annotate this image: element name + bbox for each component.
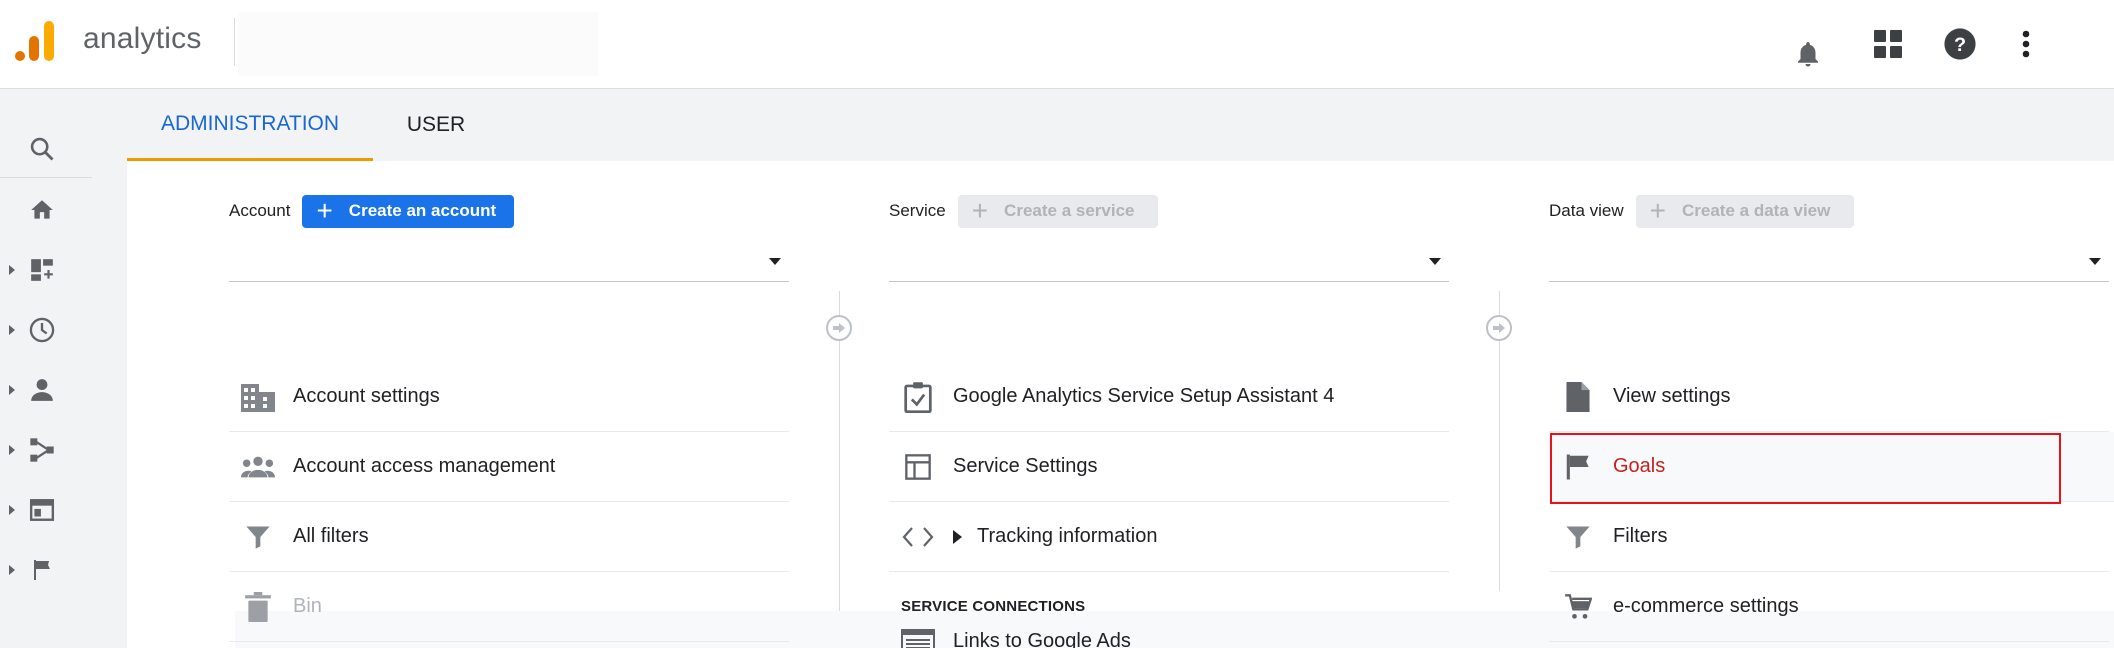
goals-label: Goals xyxy=(1613,455,1666,477)
filter-icon xyxy=(241,520,275,554)
service-label: Service xyxy=(889,201,946,220)
dataview-select[interactable] xyxy=(1549,246,2109,282)
setup-assistant-item[interactable]: Google Analytics Service Setup Assistant… xyxy=(889,362,1449,432)
rail-behavior[interactable] xyxy=(0,490,92,530)
create-dataview-label: Create a data view xyxy=(1682,201,1831,220)
arrow-right-icon xyxy=(1486,315,1512,341)
rail-audience[interactable] xyxy=(0,370,92,410)
ecommerce-settings-label: e-commerce settings xyxy=(1613,595,1799,617)
more-vert-icon[interactable] xyxy=(2006,24,2046,64)
create-account-button[interactable]: + Create an account xyxy=(302,194,515,228)
goals-item[interactable]: Goals xyxy=(1549,432,2114,502)
caret-right-icon xyxy=(9,265,15,275)
service-header: Service + Create a service xyxy=(889,194,1159,228)
plus-icon: + xyxy=(1649,195,1666,226)
brand-name: analytics xyxy=(83,22,202,55)
customization-icon xyxy=(27,255,57,285)
links-google-ads-item[interactable]: Links to Google Ads xyxy=(889,621,1449,648)
caret-right-icon xyxy=(9,505,15,515)
brand-divider xyxy=(234,18,235,66)
account-access-management-item[interactable]: Account access management xyxy=(229,432,789,502)
ads-icon xyxy=(901,624,935,648)
filters-item[interactable]: Filters xyxy=(1549,502,2109,572)
service-settings-item[interactable]: Service Settings xyxy=(889,432,1449,502)
flag-icon xyxy=(1561,450,1595,484)
bin-label: Bin xyxy=(293,595,322,617)
dropdown-arrow-icon xyxy=(2089,258,2101,265)
layout-icon xyxy=(901,450,935,484)
behavior-icon xyxy=(27,495,57,525)
links-google-ads-label: Links to Google Ads xyxy=(953,629,1131,648)
help-icon[interactable]: ? xyxy=(1940,24,1980,64)
tracking-information-item[interactable]: Tracking information xyxy=(889,502,1449,572)
rail-realtime[interactable] xyxy=(0,310,92,350)
rail-acquisition[interactable] xyxy=(0,430,92,470)
ecommerce-settings-item[interactable]: e-commerce settings xyxy=(1549,572,2109,642)
document-icon xyxy=(1561,380,1595,414)
rail-divider xyxy=(0,177,92,178)
top-bar: analytics ? xyxy=(0,0,2114,89)
view-settings-label: View settings xyxy=(1613,385,1731,407)
caret-right-icon xyxy=(9,445,15,455)
account-label: Account xyxy=(229,201,291,220)
cart-icon xyxy=(1561,590,1595,624)
code-icon xyxy=(901,520,935,554)
acquisition-icon xyxy=(27,435,57,465)
all-filters-item[interactable]: All filters xyxy=(229,502,789,572)
notifications-icon[interactable] xyxy=(1788,34,1828,74)
bin-item[interactable]: Bin xyxy=(229,572,789,642)
apps-grid-icon[interactable] xyxy=(1868,24,1908,64)
create-service-label: Create a service xyxy=(1004,201,1135,220)
home-icon xyxy=(27,195,57,225)
service-select[interactable] xyxy=(889,246,1449,282)
tracking-information-label: Tracking information xyxy=(977,525,1158,547)
svg-text:?: ? xyxy=(1954,34,1966,56)
tab-user[interactable]: USER xyxy=(373,89,499,161)
account-access-label: Account access management xyxy=(293,455,556,477)
dropdown-arrow-icon xyxy=(769,258,781,265)
building-icon xyxy=(241,380,275,414)
filter-icon xyxy=(1561,520,1595,554)
admin-tabs: ADMINISTRATION USER xyxy=(127,89,2114,161)
create-dataview-button[interactable]: + Create a data view xyxy=(1635,194,1855,228)
account-header: Account + Create an account xyxy=(229,194,515,228)
conversions-flag-icon xyxy=(27,555,57,585)
analytics-logo[interactable] xyxy=(14,20,56,62)
audience-icon xyxy=(27,375,57,405)
create-account-label: Create an account xyxy=(348,201,497,220)
account-select[interactable] xyxy=(229,246,789,282)
account-picker[interactable] xyxy=(238,12,598,76)
trash-icon xyxy=(241,590,275,624)
caret-right-icon xyxy=(9,385,15,395)
caret-right-icon xyxy=(9,565,15,575)
account-settings-label: Account settings xyxy=(293,385,440,407)
main-area: ADMINISTRATION USER Account + Create an … xyxy=(127,89,2114,648)
rail-conversions[interactable] xyxy=(0,550,92,590)
all-filters-label: All filters xyxy=(293,525,369,547)
rail-customization[interactable] xyxy=(0,250,92,290)
rail-home[interactable] xyxy=(0,190,92,230)
setup-assistant-label: Google Analytics Service Setup Assistant… xyxy=(953,385,1335,407)
service-settings-label: Service Settings xyxy=(953,455,1098,477)
dataview-header: Data view + Create a data view xyxy=(1549,194,1855,228)
expand-caret-icon xyxy=(953,529,962,544)
plus-icon: + xyxy=(971,195,989,226)
plus-icon: + xyxy=(316,195,333,226)
search-icon xyxy=(27,134,57,164)
create-service-button[interactable]: + Create a service xyxy=(957,194,1159,228)
checklist-icon xyxy=(901,380,935,414)
admin-panel: Account + Create an account Account sett… xyxy=(127,161,2114,648)
account-settings-item[interactable]: Account settings xyxy=(229,362,789,432)
dataview-label: Data view xyxy=(1549,201,1624,220)
people-icon xyxy=(241,450,275,484)
caret-right-icon xyxy=(9,325,15,335)
view-settings-item[interactable]: View settings xyxy=(1549,362,2109,432)
rail-search[interactable] xyxy=(0,129,92,169)
filters-label: Filters xyxy=(1613,525,1668,547)
dropdown-arrow-icon xyxy=(1429,258,1441,265)
arrow-right-icon xyxy=(826,315,852,341)
tab-administration[interactable]: ADMINISTRATION xyxy=(127,89,373,161)
realtime-icon xyxy=(27,315,57,345)
service-connections-heading: SERVICE CONNECTIONS xyxy=(901,598,1086,615)
